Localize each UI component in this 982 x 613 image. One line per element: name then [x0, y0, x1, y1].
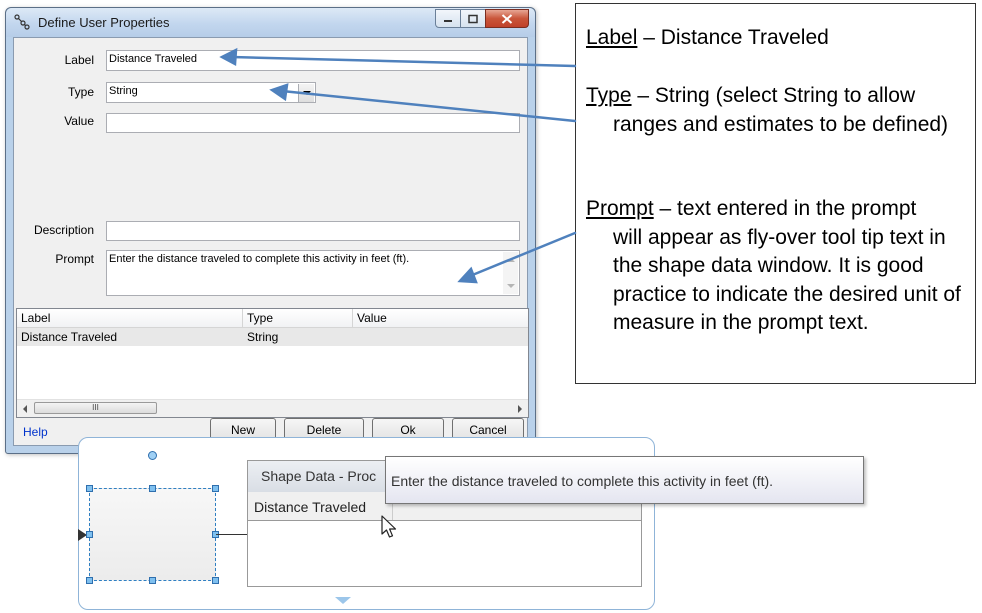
- process-shape[interactable]: [89, 488, 216, 581]
- column-header-type[interactable]: Type: [247, 311, 273, 325]
- label-description: – Distance Traveled: [637, 26, 829, 49]
- shape-data-title: Shape Data - Proc: [261, 468, 377, 484]
- close-button[interactable]: [485, 9, 529, 28]
- help-link[interactable]: Help: [23, 425, 48, 439]
- dialog-client: Label Distance Traveled Type String Valu…: [13, 37, 529, 446]
- type-dropdown[interactable]: String: [106, 82, 316, 103]
- minimize-button[interactable]: [435, 9, 461, 28]
- label-field[interactable]: Distance Traveled: [106, 50, 520, 71]
- prompt-tooltip: Enter the distance traveled to complete …: [385, 456, 864, 504]
- type-explanation: Type – String (select String to allow ra…: [586, 82, 966, 139]
- explanation-callout: Label – Distance Traveled Type – String …: [575, 3, 976, 384]
- description-caption: Description: [33, 223, 94, 237]
- properties-icon: [14, 14, 30, 30]
- close-icon: [501, 13, 513, 24]
- list-horizontal-scrollbar[interactable]: III: [17, 399, 528, 417]
- connector-line: [216, 534, 247, 535]
- prompt-explanation: Prompt – text entered in the prompt will…: [586, 195, 966, 338]
- row-label-cell: Distance Traveled: [21, 330, 118, 344]
- column-header-value[interactable]: Value: [357, 311, 387, 325]
- scroll-down-icon[interactable]: [507, 284, 515, 288]
- selection-handle[interactable]: [149, 577, 156, 584]
- minimize-icon: [444, 19, 452, 22]
- label-field-value: Distance Traveled: [109, 53, 198, 65]
- description-field[interactable]: [106, 221, 520, 241]
- column-header-label[interactable]: Label: [21, 311, 50, 325]
- prompt-description-1: – text entered in the prompt: [653, 197, 917, 220]
- prompt-textarea-value: Enter the distance traveled to complete …: [109, 253, 410, 265]
- dialog-title: Define User Properties: [38, 15, 170, 30]
- rotation-handle[interactable]: [148, 451, 157, 460]
- properties-list: Label Type Value Distance Traveled Strin…: [16, 308, 529, 418]
- prompt-caption: Prompt: [55, 252, 94, 266]
- prompt-textarea[interactable]: Enter the distance traveled to complete …: [106, 250, 520, 296]
- prompt-scrollbar[interactable]: [503, 252, 518, 294]
- selection-handle[interactable]: [212, 577, 219, 584]
- label-term: Label: [586, 26, 638, 49]
- value-caption: Value: [64, 114, 94, 128]
- type-term: Type: [586, 84, 632, 107]
- selection-handle[interactable]: [86, 531, 93, 538]
- type-caption: Type: [67, 85, 94, 99]
- list-header: Label Type Value: [17, 309, 528, 328]
- maximize-button[interactable]: [460, 9, 486, 28]
- selection-handle[interactable]: [149, 485, 156, 492]
- type-description-2: ranges and estimates to be defined): [613, 112, 949, 136]
- define-user-properties-dialog: Define User Properties Label Distance Tr…: [5, 7, 536, 454]
- label-explanation: Label – Distance Traveled: [586, 24, 966, 53]
- shape-data-row-label: Distance Traveled: [254, 499, 367, 515]
- tooltip-text: Enter the distance traveled to complete …: [391, 473, 774, 489]
- prompt-description-2: will appear as fly-over tool tip text in…: [613, 225, 961, 335]
- maximize-icon: [468, 14, 478, 23]
- type-dropdown-value: String: [109, 85, 138, 97]
- selection-handle[interactable]: [212, 485, 219, 492]
- scroll-thumb[interactable]: III: [34, 402, 157, 414]
- canvas-scroll-indicator: [335, 597, 351, 604]
- selection-handle[interactable]: [86, 485, 93, 492]
- dialog-titlebar[interactable]: Define User Properties: [6, 8, 535, 37]
- prompt-term: Prompt: [586, 197, 654, 220]
- scroll-right-icon[interactable]: [518, 405, 522, 413]
- row-type-cell: String: [247, 330, 279, 344]
- chevron-down-icon[interactable]: [298, 84, 314, 102]
- mouse-cursor-icon: [381, 515, 397, 538]
- scroll-up-icon[interactable]: [507, 258, 515, 262]
- type-description-1: – String (select String to allow: [631, 84, 916, 107]
- value-field[interactable]: [106, 113, 520, 133]
- scroll-left-icon[interactable]: [23, 405, 27, 413]
- selection-handle[interactable]: [86, 577, 93, 584]
- table-row[interactable]: Distance Traveled String: [17, 328, 528, 346]
- label-caption: Label: [64, 53, 94, 67]
